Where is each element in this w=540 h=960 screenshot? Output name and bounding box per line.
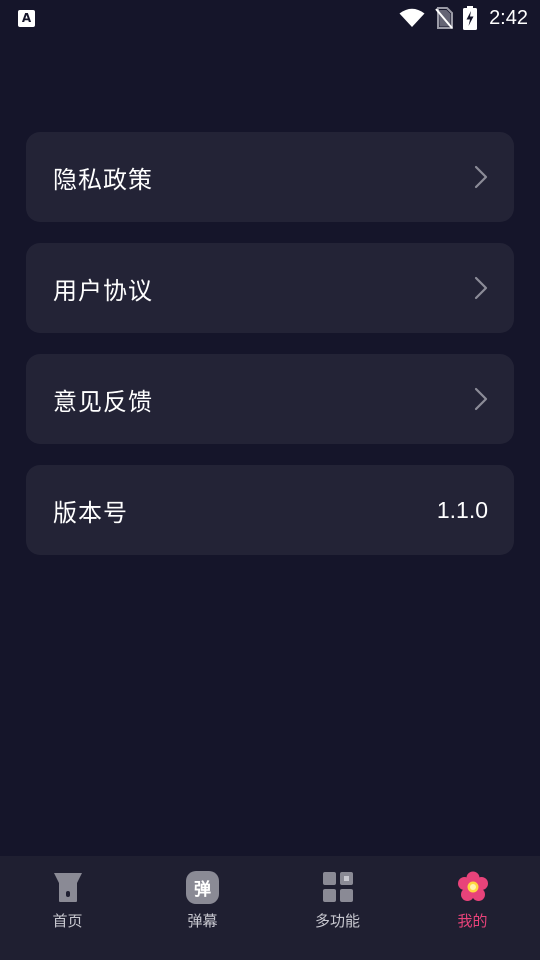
nav-item-multifunction[interactable]: 多功能 bbox=[270, 856, 405, 931]
privacy-policy-item[interactable]: 隐私政策 bbox=[26, 132, 514, 222]
status-left: A bbox=[18, 9, 35, 27]
nav-item-mine[interactable]: 我的 bbox=[405, 856, 540, 931]
version-value: 1.1.0 bbox=[436, 496, 488, 523]
screen: A 2:42 隐私政策 用户协议 意见反馈 版本号 1.1.0 首页 弹 弹幕 … bbox=[0, 0, 540, 960]
nav-label-danmaku: 弹幕 bbox=[187, 912, 218, 930]
battery-charging-icon bbox=[463, 6, 478, 30]
flower-icon bbox=[456, 870, 490, 904]
chevron-right-icon bbox=[474, 387, 488, 411]
user-agreement-label: 用户协议 bbox=[53, 276, 153, 305]
feedback-item[interactable]: 意见反馈 bbox=[26, 354, 514, 444]
chevron-right-icon bbox=[474, 165, 488, 189]
version-item: 版本号 1.1.0 bbox=[26, 465, 514, 555]
nav-item-home[interactable]: 首页 bbox=[0, 856, 135, 931]
no-sim-icon bbox=[435, 7, 454, 29]
nav-label-mine: 我的 bbox=[457, 912, 488, 930]
funnel-icon bbox=[51, 870, 85, 904]
nav-label-home: 首页 bbox=[52, 912, 83, 930]
danmaku-badge-text: 弹 bbox=[186, 870, 219, 904]
nav-item-danmaku[interactable]: 弹 弹幕 bbox=[135, 856, 270, 931]
user-agreement-item[interactable]: 用户协议 bbox=[26, 243, 514, 333]
status-clock: 2:42 bbox=[489, 6, 528, 29]
status-bar: A 2:42 bbox=[0, 0, 540, 36]
bottom-nav: 首页 弹 弹幕 多功能 我的 bbox=[0, 856, 540, 960]
status-right: 2:42 bbox=[399, 6, 528, 30]
version-label: 版本号 bbox=[53, 498, 128, 527]
feedback-label: 意见反馈 bbox=[53, 387, 153, 416]
nav-label-multifunction: 多功能 bbox=[314, 912, 360, 930]
wifi-icon bbox=[399, 8, 425, 28]
privacy-policy-label: 隐私政策 bbox=[53, 165, 153, 194]
chevron-right-icon bbox=[474, 276, 488, 300]
danmaku-badge-icon: 弹 bbox=[186, 870, 220, 904]
settings-list: 隐私政策 用户协议 意见反馈 版本号 1.1.0 bbox=[26, 132, 514, 576]
grid-icon bbox=[321, 870, 355, 904]
notification-a-icon: A bbox=[18, 9, 35, 27]
